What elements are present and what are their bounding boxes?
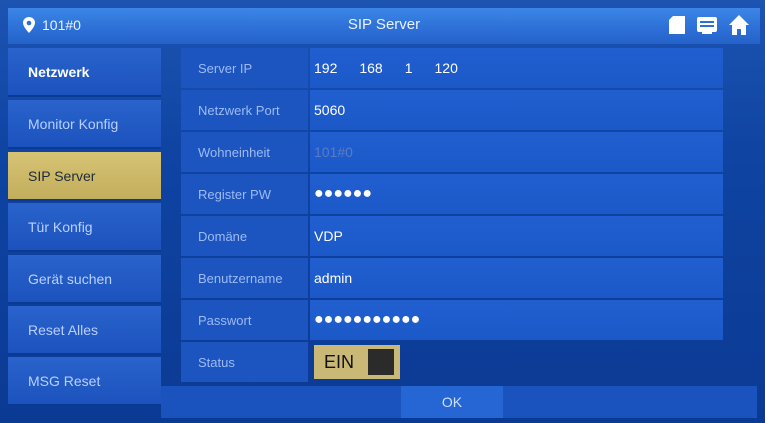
status-icons [668, 14, 750, 36]
sidebar-item-label: Netzwerk [28, 63, 90, 80]
toggle-knob [368, 349, 394, 375]
sidebar-item-reset-alles[interactable]: Reset Alles [8, 306, 161, 355]
ip-octet-1[interactable]: 192 [314, 60, 337, 76]
top-bar: 101#0 SIP Server [8, 8, 760, 44]
netzwerk-port-field[interactable]: 5060 [310, 90, 723, 130]
domaene-field[interactable]: VDP [310, 216, 723, 256]
sidebar-item-label: SIP Server [28, 167, 96, 184]
ip-octet-3[interactable]: 1 [405, 60, 413, 76]
page-title: SIP Server [347, 16, 421, 33]
server-ip-row: Server IP 192 168 1 120 [181, 48, 723, 90]
ip-octet-2[interactable]: 168 [359, 60, 382, 76]
ok-button[interactable]: OK [401, 386, 503, 418]
sidebar-item-monitor-konfig[interactable]: Monitor Konfig [8, 100, 161, 149]
bottom-bar: OK [161, 386, 757, 418]
passwort-label: Passwort [181, 300, 308, 340]
status-row: Status EIN [181, 342, 723, 384]
status-toggle-label: EIN [324, 351, 355, 372]
screen: 101#0 SIP Server Netzwerk Monitor Konfig [0, 0, 765, 423]
sidebar-item-geraet-suchen[interactable]: Gerät suchen [8, 255, 161, 304]
domaene-row: Domäne VDP [181, 216, 723, 258]
sidebar-item-netzwerk[interactable]: Netzwerk [8, 48, 161, 97]
home-icon[interactable] [728, 14, 750, 36]
sidebar-item-sip-server[interactable]: SIP Server [8, 152, 161, 201]
netzwerk-port-row: Netzwerk Port 5060 [181, 90, 723, 132]
message-icon[interactable] [696, 15, 718, 35]
register-pw-field[interactable]: ●●●●●● [310, 174, 723, 214]
sidebar-item-label: Reset Alles [28, 321, 99, 338]
status-label: Status [181, 342, 308, 382]
sidebar-item-msg-reset[interactable]: MSG Reset [8, 357, 161, 406]
benutzername-row: Benutzername admin [181, 258, 723, 300]
benutzername-field[interactable]: admin [310, 258, 723, 298]
status-toggle[interactable]: EIN [314, 345, 400, 379]
sidebar: Netzwerk Monitor Konfig SIP Server Tür K… [8, 48, 161, 408]
sidebar-item-label: MSG Reset [28, 372, 101, 389]
sidebar-item-label: Gerät suchen [28, 270, 113, 287]
wohneinheit-row: Wohneinheit 101#0 [181, 132, 723, 174]
wohneinheit-field: 101#0 [310, 132, 723, 172]
ip-octet-4[interactable]: 120 [435, 60, 458, 76]
server-ip-label: Server IP [181, 48, 308, 88]
passwort-field[interactable]: ●●●●●●●●●●● [310, 300, 723, 340]
sidebar-item-label: Monitor Konfig [28, 115, 119, 132]
benutzername-label: Benutzername [181, 258, 308, 298]
passwort-row: Passwort ●●●●●●●●●●● [181, 300, 723, 342]
sip-settings-form: Server IP 192 168 1 120 Netzwerk Port 50… [181, 48, 723, 382]
sidebar-item-tuer-konfig[interactable]: Tür Konfig [8, 203, 161, 252]
domaene-label: Domäne [181, 216, 308, 256]
sd-card-icon [669, 16, 685, 34]
sidebar-item-label: Tür Konfig [28, 218, 93, 235]
netzwerk-port-label: Netzwerk Port [181, 90, 308, 130]
register-pw-row: Register PW ●●●●●● [181, 174, 723, 216]
server-ip-field[interactable]: 192 168 1 120 [310, 48, 723, 88]
register-pw-label: Register PW [181, 174, 308, 214]
wohneinheit-label: Wohneinheit [181, 132, 308, 172]
